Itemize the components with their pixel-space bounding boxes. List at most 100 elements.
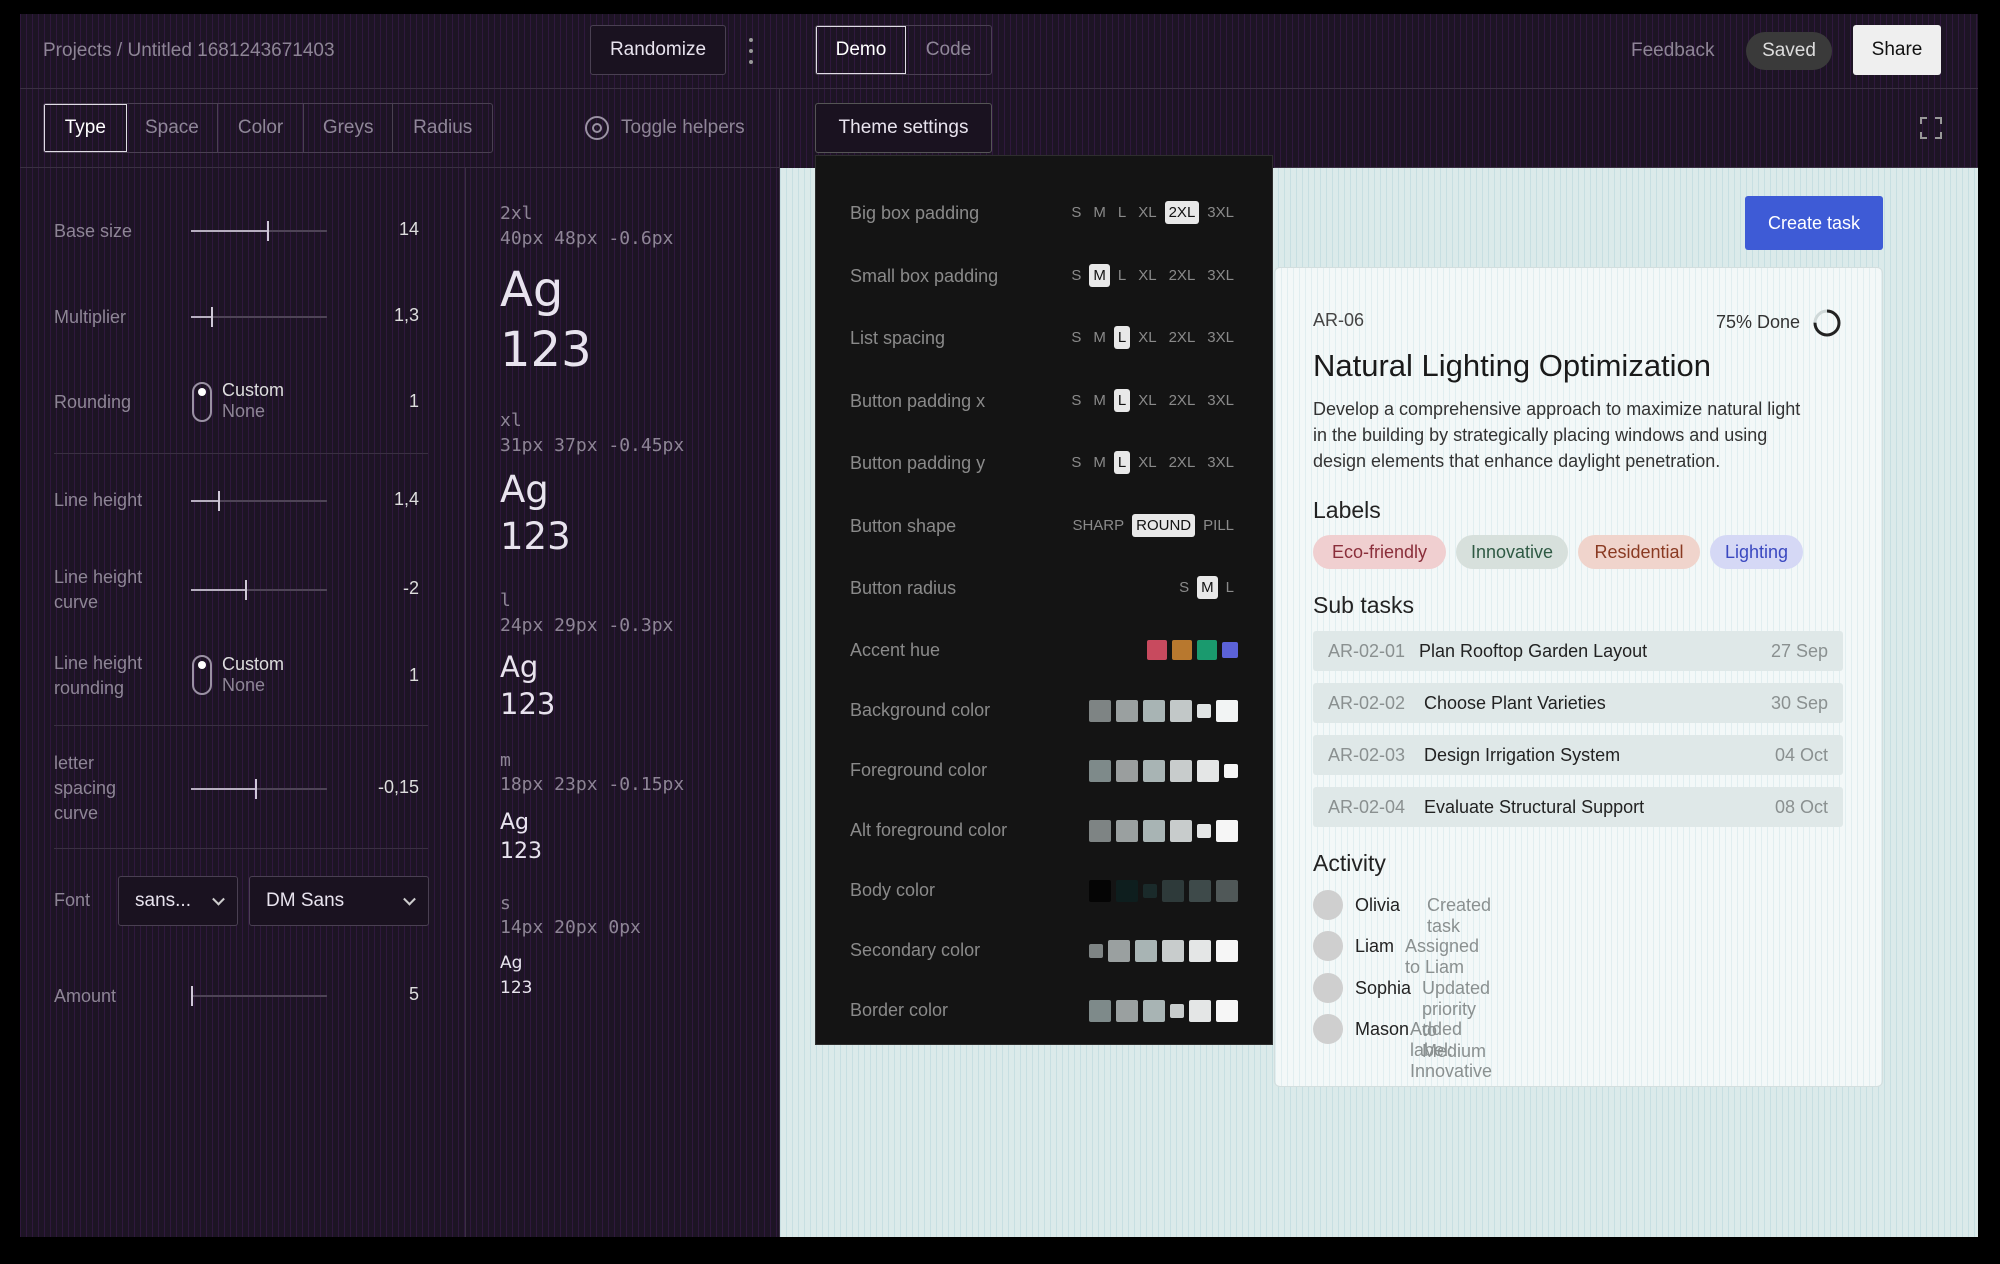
color-swatch[interactable] — [1143, 884, 1157, 898]
color-swatch[interactable] — [1143, 760, 1165, 782]
button-padding-y-option-m[interactable]: M — [1089, 451, 1110, 474]
color-swatch[interactable] — [1143, 700, 1165, 722]
button-shape-option-round[interactable]: ROUND — [1132, 514, 1196, 537]
letter-spacing-slider[interactable] — [191, 779, 327, 799]
code-tab[interactable]: Code — [906, 26, 991, 74]
tab-space[interactable]: Space — [127, 104, 219, 152]
color-swatch[interactable] — [1216, 820, 1238, 842]
color-swatch[interactable] — [1116, 820, 1138, 842]
color-swatch[interactable] — [1089, 700, 1111, 722]
small-box-padding-option-xl[interactable]: XL — [1134, 264, 1160, 287]
create-task-button[interactable]: Create task — [1745, 196, 1883, 250]
tab-radius[interactable]: Radius — [393, 104, 492, 152]
subtask-row[interactable]: AR-02-03 Design Irrigation System 04 Oct — [1313, 735, 1843, 775]
color-swatch[interactable] — [1170, 1004, 1184, 1018]
color-swatch[interactable] — [1197, 760, 1219, 782]
color-swatch[interactable] — [1224, 764, 1238, 778]
color-swatch[interactable] — [1189, 1000, 1211, 1022]
color-swatch[interactable] — [1147, 640, 1167, 660]
list-spacing-option-l[interactable]: L — [1113, 326, 1131, 349]
color-swatch[interactable] — [1116, 700, 1138, 722]
color-swatch[interactable] — [1197, 704, 1211, 718]
amount-slider[interactable] — [191, 986, 327, 1006]
button-padding-y-option-xl[interactable]: XL — [1134, 451, 1160, 474]
rounding-radio[interactable] — [192, 382, 212, 422]
color-swatch[interactable] — [1197, 640, 1217, 660]
list-spacing-option-2xl[interactable]: 2XL — [1165, 326, 1200, 349]
line-height-rounding-option-none[interactable]: None — [222, 675, 265, 696]
color-swatch[interactable] — [1089, 1000, 1111, 1022]
list-spacing-option-m[interactable]: M — [1089, 326, 1110, 349]
color-swatch[interactable] — [1189, 880, 1211, 902]
big-box-padding-option-m[interactable]: M — [1089, 201, 1110, 224]
color-swatch[interactable] — [1216, 700, 1238, 722]
color-swatch[interactable] — [1216, 880, 1238, 902]
color-swatch[interactable] — [1162, 940, 1184, 962]
line-height-slider[interactable] — [191, 491, 327, 511]
tab-type[interactable]: Type — [44, 104, 127, 152]
button-padding-x-option-l[interactable]: L — [1113, 389, 1131, 412]
color-swatch[interactable] — [1222, 642, 1238, 658]
color-swatch[interactable] — [1189, 940, 1211, 962]
line-height-rounding-option-custom[interactable]: Custom — [222, 654, 284, 675]
color-swatch[interactable] — [1162, 880, 1184, 902]
subtask-row[interactable]: AR-02-02 Choose Plant Varieties 30 Sep — [1313, 683, 1843, 723]
tab-greys[interactable]: Greys — [304, 104, 394, 152]
rounding-option-custom[interactable]: Custom — [222, 380, 284, 401]
color-swatch[interactable] — [1089, 880, 1111, 902]
list-spacing-option-3xl[interactable]: 3XL — [1203, 326, 1238, 349]
demo-tab[interactable]: Demo — [816, 26, 906, 74]
tab-color[interactable]: Color — [218, 104, 304, 152]
button-shape-option-pill[interactable]: PILL — [1199, 514, 1238, 537]
more-options-icon[interactable] — [748, 38, 754, 64]
font-name-select[interactable]: DM Sans — [249, 876, 429, 926]
color-swatch[interactable] — [1116, 760, 1138, 782]
color-swatch[interactable] — [1170, 820, 1192, 842]
line-height-rounding-radio[interactable] — [192, 655, 212, 695]
color-swatch[interactable] — [1216, 940, 1238, 962]
color-swatch[interactable] — [1089, 944, 1103, 958]
button-padding-y-option-2xl[interactable]: 2XL — [1165, 451, 1200, 474]
toggle-helpers-button[interactable]: Toggle helpers — [585, 114, 745, 142]
button-padding-x-option-2xl[interactable]: 2XL — [1165, 389, 1200, 412]
button-padding-y-option-s[interactable]: S — [1067, 451, 1085, 474]
multiplier-slider[interactable] — [191, 307, 327, 327]
button-shape-option-sharp[interactable]: SHARP — [1068, 514, 1128, 537]
small-box-padding-option-3xl[interactable]: 3XL — [1203, 264, 1238, 287]
button-padding-x-option-3xl[interactable]: 3XL — [1203, 389, 1238, 412]
rounding-option-none[interactable]: None — [222, 401, 265, 422]
base-size-slider[interactable] — [191, 221, 327, 241]
color-swatch[interactable] — [1170, 760, 1192, 782]
color-swatch[interactable] — [1135, 940, 1157, 962]
theme-settings-button[interactable]: Theme settings — [815, 103, 992, 153]
breadcrumb[interactable]: Projects / Untitled 1681243671403 — [43, 40, 335, 62]
feedback-link[interactable]: Feedback — [1631, 40, 1714, 62]
subtask-row[interactable]: AR-02-01 Plan Rooftop Garden Layout 27 Sep — [1313, 631, 1843, 671]
fullscreen-icon[interactable] — [1920, 117, 1942, 139]
big-box-padding-option-s[interactable]: S — [1067, 201, 1085, 224]
color-swatch[interactable] — [1108, 940, 1130, 962]
small-box-padding-option-m[interactable]: M — [1089, 264, 1110, 287]
big-box-padding-option-2xl[interactable]: 2XL — [1164, 201, 1200, 224]
color-swatch[interactable] — [1116, 1000, 1138, 1022]
label-innovative[interactable]: Innovative — [1456, 535, 1568, 569]
button-radius-option-m[interactable]: M — [1197, 576, 1218, 599]
randomize-button[interactable]: Randomize — [590, 25, 726, 75]
list-spacing-option-s[interactable]: S — [1067, 326, 1085, 349]
small-box-padding-option-s[interactable]: S — [1067, 264, 1085, 287]
color-swatch[interactable] — [1197, 824, 1211, 838]
button-padding-x-option-s[interactable]: S — [1067, 389, 1085, 412]
share-button[interactable]: Share — [1853, 25, 1941, 75]
button-padding-y-option-3xl[interactable]: 3XL — [1203, 451, 1238, 474]
color-swatch[interactable] — [1143, 1000, 1165, 1022]
label-eco-friendly[interactable]: Eco-friendly — [1313, 535, 1446, 569]
line-height-curve-slider[interactable] — [191, 580, 327, 600]
subtask-row[interactable]: AR-02-04 Evaluate Structural Support 08 Oc… — [1313, 787, 1843, 827]
color-swatch[interactable] — [1143, 820, 1165, 842]
color-swatch[interactable] — [1089, 820, 1111, 842]
color-swatch[interactable] — [1089, 760, 1111, 782]
color-swatch[interactable] — [1216, 1000, 1238, 1022]
label-lighting[interactable]: Lighting — [1710, 535, 1803, 569]
color-swatch[interactable] — [1172, 640, 1192, 660]
big-box-padding-option-xl[interactable]: XL — [1134, 201, 1160, 224]
